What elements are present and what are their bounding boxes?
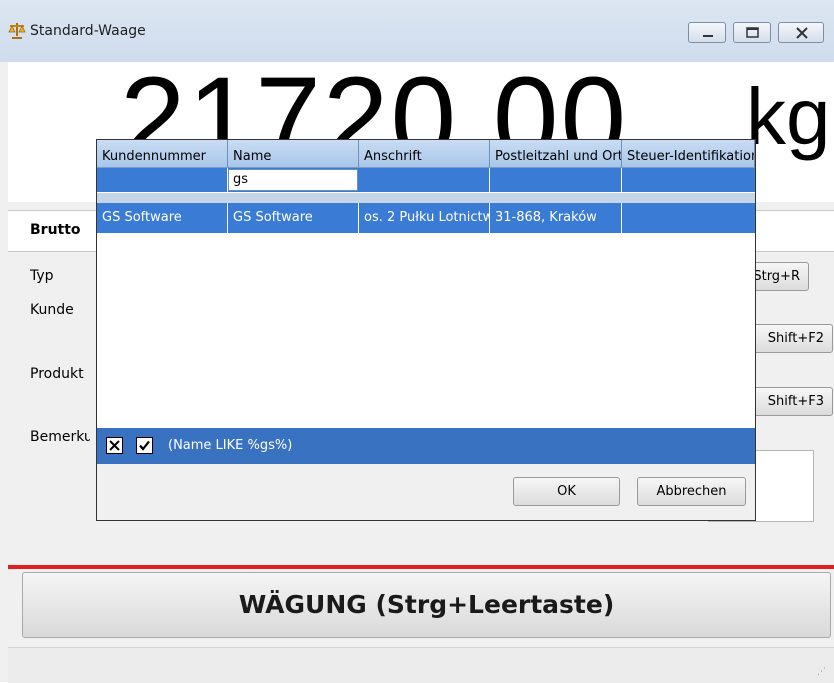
weight-unit: kg bbox=[746, 72, 831, 161]
filter-expression[interactable]: (Name LIKE %gs%) bbox=[168, 437, 292, 455]
filter-panel: (Name LIKE %gs%) bbox=[97, 428, 755, 464]
column-header-steuer-id[interactable]: Steuer-Identifikationsnummer bbox=[622, 140, 755, 167]
table-row[interactable]: GS Software GS Software os. 2 Pułku Lotn… bbox=[97, 203, 755, 233]
cell-kundennummer: GS Software bbox=[97, 203, 228, 233]
window-title: Standard-Waage bbox=[30, 23, 146, 39]
minimize-button[interactable] bbox=[688, 22, 726, 43]
maximize-button[interactable] bbox=[733, 22, 771, 43]
cell-postleitzahl: 31-868, Kraków bbox=[490, 203, 622, 233]
customer-lookup-dialog: Kundennummer Name Anschrift Postleitzahl… bbox=[96, 139, 756, 521]
cell-name: GS Software bbox=[228, 203, 359, 233]
grid-header: Kundennummer Name Anschrift Postleitzahl… bbox=[97, 140, 755, 168]
filter-cell-anschrift[interactable] bbox=[359, 168, 490, 192]
weigh-button[interactable]: WÄGUNG (Strg+Leertaste) bbox=[22, 572, 831, 638]
cell-steuer-id bbox=[622, 203, 755, 233]
cell-anschrift: os. 2 Pułku Lotnictwa bbox=[359, 203, 490, 233]
kunde-label: Kunde bbox=[30, 302, 74, 318]
grid-separator bbox=[97, 193, 755, 203]
bemerkung-label: Bemerkung bbox=[30, 429, 90, 445]
column-header-anschrift[interactable]: Anschrift bbox=[359, 140, 490, 167]
filter-cell-kundennummer[interactable] bbox=[97, 168, 228, 192]
filter-cell-steuer-id[interactable] bbox=[622, 168, 755, 192]
scale-icon bbox=[8, 22, 26, 40]
produkt-label: Produkt bbox=[30, 366, 84, 382]
resize-grip-icon[interactable]: ⋰ bbox=[817, 668, 826, 677]
column-header-kundennummer[interactable]: Kundennummer bbox=[97, 140, 228, 167]
dialog-footer: OK Abbrechen bbox=[97, 464, 755, 520]
filter-enabled-checkbox[interactable] bbox=[136, 437, 153, 454]
accent-line bbox=[8, 565, 834, 569]
name-filter-input[interactable]: gs bbox=[228, 169, 358, 191]
ok-button[interactable]: OK bbox=[513, 477, 620, 506]
close-button[interactable] bbox=[778, 22, 824, 43]
column-header-name[interactable]: Name bbox=[228, 140, 359, 167]
filter-row: gs bbox=[97, 168, 755, 192]
brutto-label: Brutto bbox=[30, 222, 81, 238]
main-window: Standard-Waage 21720,00 kg Brutto Typ Ku… bbox=[0, 0, 834, 683]
filter-cell-postleitzahl[interactable] bbox=[490, 168, 622, 192]
clear-filter-icon[interactable] bbox=[106, 437, 123, 454]
typ-label: Typ bbox=[30, 268, 54, 284]
cancel-button[interactable]: Abbrechen bbox=[637, 477, 746, 506]
column-header-postleitzahl[interactable]: Postleitzahl und Ort bbox=[490, 140, 622, 167]
status-bar: ⋰ bbox=[8, 647, 834, 683]
